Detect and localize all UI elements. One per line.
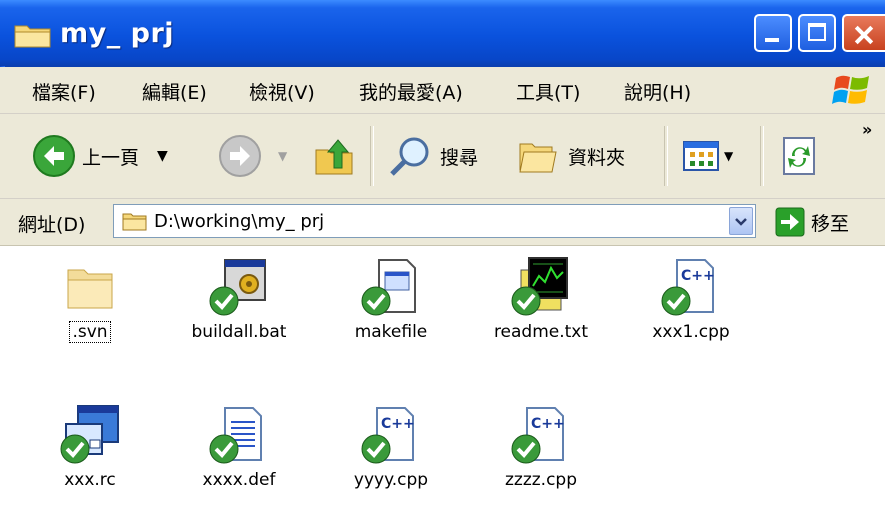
views-icon <box>683 141 719 171</box>
back-label: 上一頁 <box>82 146 140 169</box>
minimize-button[interactable] <box>754 14 792 52</box>
back-arrow-icon <box>33 135 75 177</box>
menu-bar: 檔案(F) 編輯(E) 檢視(V) 我的最愛(A) 工具(T) 說明(H) <box>0 67 885 114</box>
folder-icon <box>14 25 51 48</box>
search-label: 搜尋 <box>440 146 479 169</box>
file-name: xxx1.cpp <box>652 322 730 342</box>
file-item[interactable]: buildall.bat <box>174 256 304 342</box>
versioned-check-icon <box>60 434 90 464</box>
forward-dropdown-icon[interactable]: ▼ <box>278 149 287 163</box>
toolbar: 上一頁 ▼ ▼ 搜尋 資料夾 ▼ » <box>0 114 885 199</box>
go-arrow-icon <box>775 207 805 237</box>
address-value: D:\working\my_ prj <box>154 211 325 232</box>
file-item[interactable]: xxxx.def <box>174 404 304 490</box>
file-name: readme.txt <box>493 322 589 342</box>
svg-text:C++: C++ <box>681 268 715 284</box>
views-button[interactable]: ▼ <box>682 136 733 176</box>
versioned-check-icon <box>511 434 541 464</box>
windows-logo-icon <box>832 75 869 104</box>
menu-file[interactable]: 檔案(F) <box>32 78 96 105</box>
file-name: yyyy.cpp <box>353 470 429 490</box>
versioned-check-icon <box>209 434 239 464</box>
toolbar-separator <box>370 126 374 186</box>
maximize-button[interactable] <box>798 14 836 52</box>
file-item[interactable]: makefile <box>326 256 456 342</box>
file-name: xxxx.def <box>202 470 276 490</box>
refresh-icon <box>783 137 815 175</box>
address-dropdown-button[interactable] <box>729 207 753 235</box>
forward-arrow-icon <box>219 135 261 177</box>
toolbar-overflow-chevron[interactable]: » <box>862 120 872 139</box>
search-icon <box>390 137 429 176</box>
versioned-check-icon <box>361 434 391 464</box>
back-dropdown-icon[interactable]: ▼ <box>157 148 168 164</box>
file-name: xxx.rc <box>64 470 116 490</box>
views-dropdown-icon[interactable]: ▼ <box>724 149 733 163</box>
up-folder-button[interactable] <box>312 134 356 178</box>
refresh-button[interactable] <box>780 136 820 176</box>
window-title: my_ prj <box>60 18 175 49</box>
folders-button[interactable]: 資料夾 <box>516 134 625 178</box>
menu-edit[interactable]: 編輯(E) <box>142 78 207 105</box>
explorer-window: my_ prj 檔案(F) 編輯(E) 檢視(V) 我的最愛(A) 工具(T) … <box>0 0 885 522</box>
menu-tools[interactable]: 工具(T) <box>516 78 580 105</box>
versioned-check-icon <box>511 286 541 316</box>
up-folder-icon <box>315 139 353 175</box>
versioned-check-icon <box>361 286 391 316</box>
go-button[interactable]: 移至 <box>775 207 849 237</box>
menu-help[interactable]: 說明(H) <box>624 78 691 105</box>
toolbar-separator <box>760 126 764 186</box>
address-label: 網址(D) <box>18 214 86 236</box>
close-button[interactable] <box>842 14 885 52</box>
go-label: 移至 <box>811 212 850 235</box>
file-name: .svn <box>69 321 111 343</box>
file-name: zzzz.cpp <box>504 470 578 490</box>
toolbar-separator <box>664 126 668 186</box>
menu-favorites[interactable]: 我的最愛(A) <box>359 78 463 105</box>
file-list-view: .svn buildall.bat makefile readme.txt C+… <box>0 246 885 522</box>
title-bar[interactable]: my_ prj <box>0 0 885 67</box>
address-input[interactable]: D:\working\my_ prj <box>113 204 756 238</box>
search-button[interactable]: 搜尋 <box>388 134 478 178</box>
folder-icon <box>122 213 147 231</box>
address-bar: 網址(D) D:\working\my_ prj 移至 <box>0 199 885 246</box>
chevron-down-icon <box>735 218 747 226</box>
file-item[interactable]: xxx.rc <box>25 404 155 490</box>
file-item[interactable]: C++ yyyy.cpp <box>326 404 456 490</box>
folders-icon <box>519 143 557 173</box>
forward-button[interactable]: ▼ <box>218 134 287 178</box>
folders-label: 資料夾 <box>568 146 626 169</box>
svg-text:C++: C++ <box>531 416 565 432</box>
file-item[interactable]: C++ xxx1.cpp <box>626 256 756 342</box>
file-name: makefile <box>354 322 428 342</box>
svg-text:C++: C++ <box>381 416 415 432</box>
menu-view[interactable]: 檢視(V) <box>249 78 315 105</box>
versioned-check-icon <box>661 286 691 316</box>
file-item[interactable]: readme.txt <box>476 256 606 342</box>
versioned-check-icon <box>209 286 239 316</box>
file-name: buildall.bat <box>191 322 287 342</box>
file-item[interactable]: .svn <box>25 256 155 343</box>
back-button[interactable]: 上一頁 ▼ <box>32 134 168 178</box>
file-item[interactable]: C++ zzzz.cpp <box>476 404 606 490</box>
folder-icon <box>67 269 113 309</box>
